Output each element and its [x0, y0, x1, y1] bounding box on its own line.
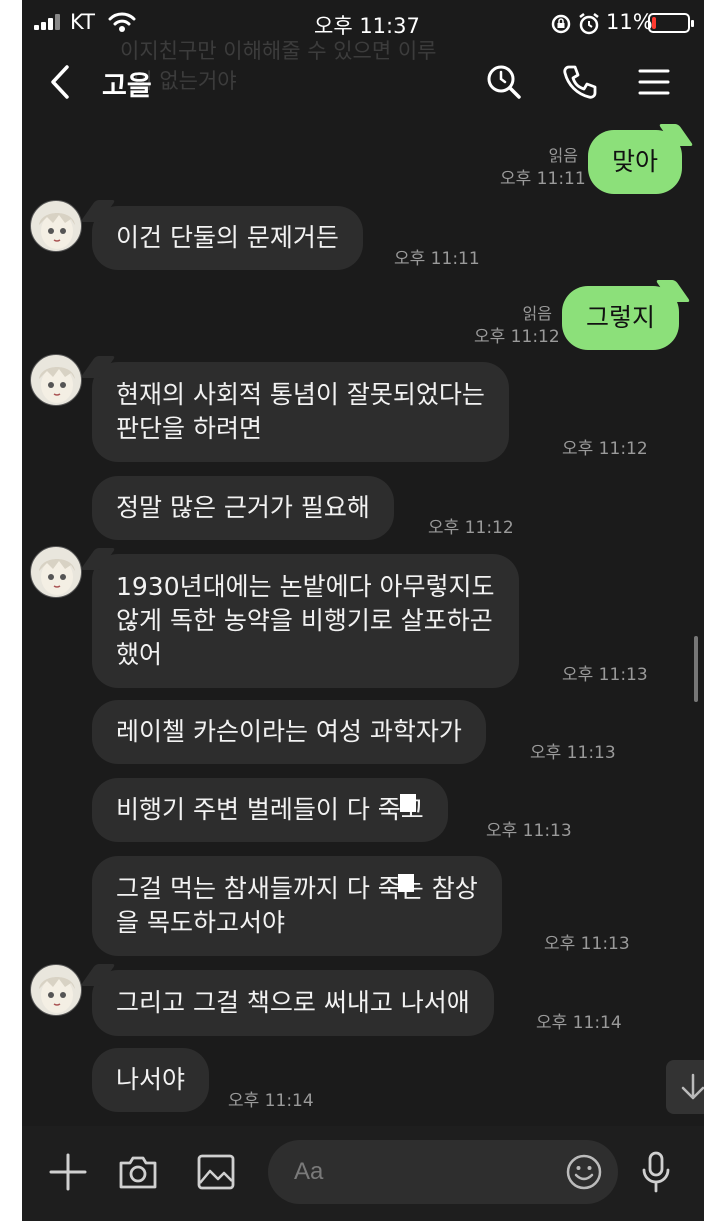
- message-time: 오후 11:13: [530, 743, 616, 763]
- plus-icon: [49, 1153, 87, 1191]
- arrow-down-icon: [681, 1073, 704, 1100]
- redaction-mark: [400, 794, 416, 812]
- avatar[interactable]: [30, 964, 82, 1016]
- scroll-to-bottom-button[interactable]: [666, 1060, 704, 1114]
- message-bubble[interactable]: 현재의 사회적 통념이 잘못되었다는 판단을 하려면: [92, 362, 509, 462]
- hamburger-menu-icon: [638, 69, 670, 95]
- camera-button[interactable]: [116, 1150, 160, 1194]
- read-receipt: 읽음: [522, 304, 552, 323]
- message-bubble[interactable]: 비행기 주변 벌레들이 다 죽고: [92, 778, 448, 842]
- message-time: 오후 11:12: [474, 327, 560, 347]
- chat-screen: KT 오후 11:37 11% 이지친구만 이해해줄 수 있으면 이루 이 없는…: [22, 0, 704, 1221]
- message-bubble[interactable]: 맞아: [588, 130, 683, 194]
- avatar-image: [39, 559, 75, 595]
- chevron-left-icon: [51, 65, 69, 99]
- message-bubble[interactable]: 정말 많은 근거가 필요해: [92, 476, 394, 540]
- read-receipt: 읽음: [548, 146, 578, 165]
- cellular-signal-icon: [34, 14, 60, 30]
- message-list: 읽음 오후 11:11 맞아 이건 단둘의 문제거든 오후 11:11 읽음 오…: [22, 116, 704, 1126]
- alarm-icon: [579, 13, 599, 35]
- rotation-lock-icon: [551, 14, 571, 34]
- avatar[interactable]: [30, 200, 82, 252]
- message-bubble[interactable]: 그렇지: [562, 286, 680, 350]
- message-bubble[interactable]: 이건 단둘의 문제거든: [92, 206, 363, 270]
- battery-level-fill: [652, 17, 656, 29]
- message-bubble[interactable]: 나서야: [92, 1048, 210, 1112]
- camera-icon: [119, 1156, 157, 1189]
- carrier-name: KT: [70, 10, 95, 34]
- chat-title: 고을: [102, 71, 152, 102]
- avatar-image: [39, 367, 75, 403]
- message-bubble[interactable]: 레이첼 카슨이라는 여성 과학자가: [92, 700, 486, 764]
- search-icon: [487, 65, 521, 99]
- avatar[interactable]: [30, 546, 82, 598]
- message-time: 오후 11:12: [562, 439, 648, 459]
- message-time: 오후 11:14: [228, 1091, 314, 1111]
- message-input-bar: [22, 1126, 704, 1221]
- message-bubble[interactable]: 그걸 먹는 참새들까지 다 죽는 참상 을 목도하고서야: [92, 856, 502, 956]
- call-button[interactable]: [558, 60, 602, 104]
- avatar[interactable]: [30, 354, 82, 406]
- avatar-image: [39, 977, 75, 1013]
- message-time: 오후 11:13: [486, 821, 572, 841]
- add-attachment-button[interactable]: [46, 1150, 90, 1194]
- emoji-icon: [566, 1154, 602, 1190]
- back-button[interactable]: [40, 60, 80, 104]
- battery-icon: [648, 13, 694, 33]
- redaction-mark: [398, 874, 414, 892]
- message-time: 오후 11:13: [544, 934, 630, 954]
- message-time: 오후 11:11: [500, 169, 586, 189]
- menu-button[interactable]: [632, 60, 676, 104]
- image-icon: [197, 1154, 235, 1190]
- avatar-image: [39, 213, 75, 249]
- battery-percent: 11%: [606, 10, 653, 34]
- phone-icon: [563, 65, 597, 99]
- message-field[interactable]: [268, 1140, 618, 1204]
- message-time: 오후 11:12: [428, 518, 514, 538]
- gallery-button[interactable]: [194, 1150, 238, 1194]
- message-bubble[interactable]: 그리고 그걸 책으로 써내고 나서애: [92, 970, 494, 1036]
- chat-header: 고을: [22, 46, 704, 116]
- message-time: 오후 11:11: [394, 249, 480, 269]
- microphone-icon: [642, 1151, 670, 1193]
- search-button[interactable]: [482, 60, 526, 104]
- message-time: 오후 11:14: [536, 1013, 622, 1033]
- voice-button[interactable]: [634, 1148, 678, 1196]
- scrollbar[interactable]: [694, 636, 698, 702]
- emoji-button[interactable]: [564, 1152, 604, 1192]
- message-bubble[interactable]: 1930년대에는 논밭에다 아무렇지도 않게 독한 농약을 비행기로 살포하곤 …: [92, 554, 519, 688]
- message-time: 오후 11:13: [562, 665, 648, 685]
- message-input[interactable]: [294, 1156, 544, 1188]
- wifi-icon: [108, 12, 136, 32]
